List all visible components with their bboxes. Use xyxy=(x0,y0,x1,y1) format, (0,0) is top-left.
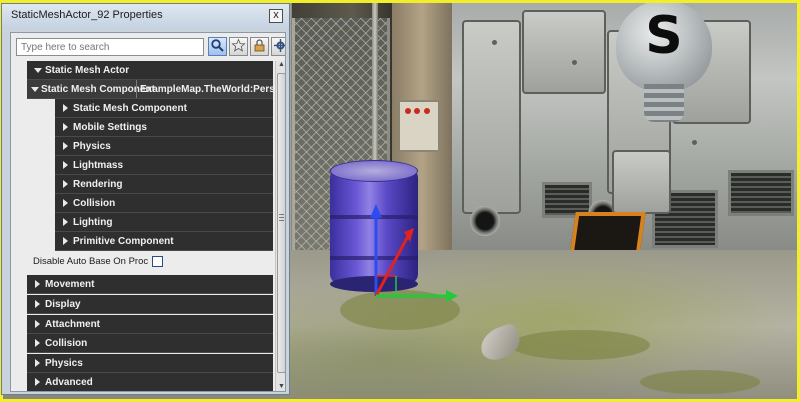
collapsed-arrow-icon xyxy=(63,237,68,245)
expanded-arrow-icon xyxy=(34,68,42,73)
window-title: StaticMeshActor_92 Properties xyxy=(11,9,163,21)
collapsed-arrow-icon xyxy=(35,320,40,328)
component-value: ExampleMap.TheWorld:PersistentLevel xyxy=(140,84,273,95)
collapsed-arrow-icon xyxy=(63,161,68,169)
subcategory-label: Collision xyxy=(73,198,116,209)
category-static-mesh-actor[interactable]: Static Mesh Actor xyxy=(27,61,273,80)
subcategory-physics[interactable]: Physics xyxy=(55,137,273,156)
component-label: Static Mesh Component xyxy=(41,84,155,95)
category-movement[interactable]: Movement xyxy=(27,275,273,294)
property-checkbox[interactable] xyxy=(152,256,163,267)
settings-icon[interactable] xyxy=(271,37,285,56)
subcategory-collision[interactable]: Collision xyxy=(55,194,273,213)
search-bar xyxy=(16,37,285,57)
collapsed-arrow-icon xyxy=(63,142,68,150)
property-label: Disable Auto Base On Proc Building xyxy=(33,256,151,267)
component-row[interactable]: Static Mesh Component ExampleMap.TheWorl… xyxy=(27,80,273,99)
collapsed-arrow-icon xyxy=(35,300,40,308)
collapsed-arrow-icon xyxy=(63,218,68,226)
subcategory-rendering[interactable]: Rendering xyxy=(55,175,273,194)
category-physics[interactable]: Physics xyxy=(27,354,273,373)
category-advanced[interactable]: Advanced xyxy=(27,373,273,391)
subcategory-static-mesh-component[interactable]: Static Mesh Component xyxy=(55,99,273,118)
collapsed-arrow-icon xyxy=(35,339,40,347)
collapsed-arrow-icon xyxy=(63,104,68,112)
scroll-down-arrow-icon[interactable]: ▼ xyxy=(277,383,285,391)
close-icon[interactable]: x xyxy=(269,9,283,23)
collapsed-arrow-icon xyxy=(35,280,40,288)
vertical-scrollbar[interactable]: ▲ ▼ xyxy=(275,61,285,391)
subcategory-lighting[interactable]: Lighting xyxy=(55,213,273,232)
column-divider[interactable] xyxy=(136,80,137,98)
category-label: Attachment xyxy=(45,319,101,330)
category-label: Static Mesh Actor xyxy=(45,65,130,76)
subcategory-primitive-component[interactable]: Primitive Component xyxy=(55,232,273,251)
category-attachment[interactable]: Attachment xyxy=(27,315,273,334)
collapsed-arrow-icon xyxy=(63,180,68,188)
category-label: Collision xyxy=(45,338,88,349)
properties-window: StaticMeshActor_92 Properties x Static M… xyxy=(1,3,290,395)
static-mesh-bulb-sprite[interactable]: S xyxy=(616,0,712,122)
property-disable-auto-base: Disable Auto Base On Proc Building xyxy=(11,253,273,271)
window-titlebar[interactable]: StaticMeshActor_92 Properties x xyxy=(2,4,289,28)
subcategory-label: Mobile Settings xyxy=(73,122,147,133)
translate-gizmo[interactable] xyxy=(340,196,460,306)
category-display[interactable]: Display xyxy=(27,295,273,314)
collapsed-arrow-icon xyxy=(63,199,68,207)
lock-icon[interactable] xyxy=(250,37,269,56)
subcategory-label: Lightmass xyxy=(73,160,124,171)
subcategory-lightmass[interactable]: Lightmass xyxy=(55,156,273,175)
category-label: Physics xyxy=(45,358,83,369)
bulb-letter: S xyxy=(645,6,683,66)
star-icon[interactable] xyxy=(229,37,248,56)
category-collision[interactable]: Collision xyxy=(27,334,273,353)
category-label: Movement xyxy=(45,279,95,290)
subcategory-label: Lighting xyxy=(73,217,113,228)
subcategory-label: Primitive Component xyxy=(73,236,174,247)
search-icon[interactable] xyxy=(208,37,227,56)
subcategory-label: Physics xyxy=(73,141,111,152)
collapsed-arrow-icon xyxy=(35,378,40,386)
subcategory-mobile-settings[interactable]: Mobile Settings xyxy=(55,118,273,137)
expanded-arrow-icon xyxy=(31,87,39,92)
collapsed-arrow-icon xyxy=(35,359,40,367)
properties-panel: Static Mesh Actor Static Mesh Component … xyxy=(10,32,286,392)
electrical-box xyxy=(398,100,440,152)
category-label: Advanced xyxy=(45,377,93,388)
collapsed-arrow-icon xyxy=(63,123,68,131)
scroll-up-arrow-icon[interactable]: ▲ xyxy=(277,61,285,69)
category-label: Display xyxy=(45,299,81,310)
subcategory-label: Rendering xyxy=(73,179,123,190)
search-input[interactable] xyxy=(16,38,204,56)
subcategory-label: Static Mesh Component xyxy=(73,103,187,114)
scroll-thumb[interactable] xyxy=(277,73,285,373)
